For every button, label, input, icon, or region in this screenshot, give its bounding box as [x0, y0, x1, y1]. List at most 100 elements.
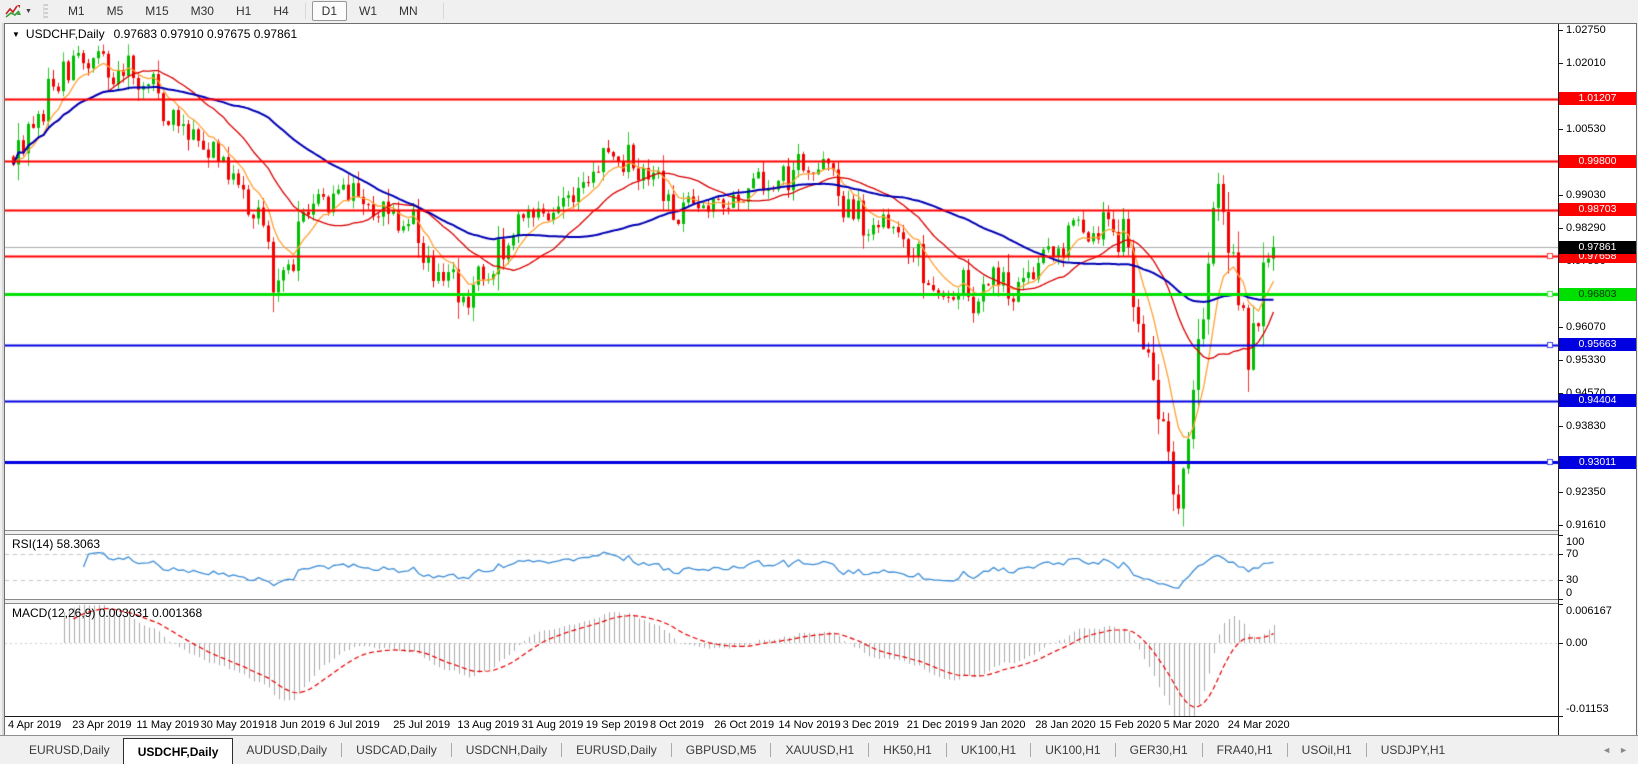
tab-divider — [946, 743, 947, 757]
axis-tick-label: 0 — [1566, 587, 1572, 599]
date-tick-label: 30 May 2019 — [201, 719, 265, 731]
price-level-badge: 0.98703 — [1559, 203, 1636, 216]
timeframe-button-m15[interactable]: M15 — [135, 1, 178, 21]
rsi-label: RSI(14) 58.3063 — [12, 537, 100, 551]
date-tick-label: 9 Jan 2020 — [971, 719, 1025, 731]
axis-tick-label: 0.92350 — [1566, 486, 1606, 498]
toolbar: ▼ M1M5M15M30H1H4 D1W1MN — [0, 0, 1638, 22]
date-tick-label: 21 Dec 2019 — [907, 719, 969, 731]
chart-tab-usdcad-daily[interactable]: USDCAD,Daily — [343, 736, 450, 764]
axis-tick — [1559, 535, 1563, 536]
chart-tab-bar: EURUSD,DailyUSDCHF,DailyAUDUSD,DailyUSDC… — [0, 735, 1638, 764]
chart-tab-uk100-h1[interactable]: UK100,H1 — [1032, 736, 1113, 764]
rsi-canvas[interactable] — [5, 535, 1558, 599]
chart-tab-eurusd-daily[interactable]: EURUSD,Daily — [563, 736, 670, 764]
tab-divider — [561, 743, 562, 757]
axis-tick-label: 1.02750 — [1566, 24, 1606, 36]
chart-tab-usdcnh-daily[interactable]: USDCNH,Daily — [453, 736, 560, 764]
chart-title-dropdown-icon[interactable]: ▼ — [12, 30, 20, 39]
timeframe-button-d1[interactable]: D1 — [312, 1, 347, 21]
tab-divider — [341, 743, 342, 757]
axis-tick-label: 1.02010 — [1566, 57, 1606, 69]
price-chart-canvas[interactable] — [5, 24, 1558, 530]
axis-tick — [1559, 525, 1563, 526]
date-tick-label: 24 Mar 2020 — [1228, 719, 1290, 731]
price-level-badge: 0.96803 — [1559, 288, 1636, 301]
date-tick-label: 28 Jan 2020 — [1035, 719, 1096, 731]
chart-tab-hk50-h1[interactable]: HK50,H1 — [870, 736, 945, 764]
chart-tab-ger30-h1[interactable]: GER30,H1 — [1117, 736, 1201, 764]
price-pane[interactable]: ▼ USDCHF,Daily 0.97683 0.97910 0.97675 0… — [5, 24, 1558, 530]
date-tick-label: 18 Jun 2019 — [265, 719, 326, 731]
tab-divider — [770, 743, 771, 757]
price-level-badge: 1.01207 — [1559, 92, 1636, 105]
date-tick-label: 4 Apr 2019 — [8, 719, 61, 731]
chart-objects-dropdown-icon[interactable]: ▼ — [25, 8, 32, 15]
macd-label: MACD(12,26,9) 0.003031 0.001368 — [12, 606, 202, 620]
timeframe-toolbar: M1M5M15M30H1H4 D1W1MN — [57, 0, 449, 22]
axis-tick — [1559, 604, 1563, 605]
axis-tick-label: 70 — [1566, 548, 1578, 560]
macd-canvas[interactable] — [5, 604, 1558, 716]
macd-pane[interactable]: MACD(12,26,9) 0.003031 0.001368 — [5, 604, 1558, 716]
chart-tab-fra40-h1[interactable]: FRA40,H1 — [1204, 736, 1286, 764]
chart-tab-audusd-daily[interactable]: AUDUSD,Daily — [233, 736, 340, 764]
date-axis[interactable]: 4 Apr 2019 23 Apr 2019 11 May 201930 May 2… — [5, 716, 1558, 735]
axis-tick — [1559, 643, 1563, 644]
rsi-pane[interactable]: RSI(14) 58.3063 — [5, 535, 1558, 599]
tab-divider — [1366, 743, 1367, 757]
chart-tab-eurusd-daily[interactable]: EURUSD,Daily — [16, 736, 123, 764]
tab-divider — [1202, 743, 1203, 757]
chart-tab-usdjpy-h1[interactable]: USDJPY,H1 — [1368, 736, 1458, 764]
date-tick-label: 23 Apr 2019 — [72, 719, 131, 731]
date-tick-label: 6 Jul 2019 — [329, 719, 380, 731]
axis-tick-label: 0.98290 — [1566, 222, 1606, 234]
chart-window: ▼ USDCHF,Daily 0.97683 0.97910 0.97675 0… — [4, 23, 1637, 736]
chart-tab-usoil-h1[interactable]: USOil,H1 — [1289, 736, 1365, 764]
tab-scroll-left-icon[interactable]: ◄ — [1602, 745, 1611, 755]
timeframe-button-h1[interactable]: H1 — [226, 1, 261, 21]
timeframe-button-m1[interactable]: M1 — [58, 1, 95, 21]
price-level-badge: 0.99800 — [1559, 155, 1636, 168]
date-tick-label: 15 Feb 2020 — [1099, 719, 1161, 731]
chart-tab-xauusd-h1[interactable]: XAUUSD,H1 — [772, 736, 867, 764]
axis-tick — [1559, 492, 1563, 493]
axis-tick-label: -0.01153 — [1566, 703, 1609, 715]
timeframe-button-m30[interactable]: M30 — [181, 1, 224, 21]
axis-tick-label: 0.006167 — [1566, 605, 1612, 617]
axis-tick — [1559, 426, 1563, 427]
date-tick-label: 25 Jul 2019 — [393, 719, 450, 731]
price-level-badge: 0.95663 — [1559, 338, 1636, 351]
timeframe-button-m5[interactable]: M5 — [97, 1, 134, 21]
axis-tick — [1559, 63, 1563, 64]
current-price-badge: 0.97861 — [1559, 241, 1636, 254]
axis-tick — [1559, 327, 1563, 328]
axis-tick-label: 0.00 — [1566, 637, 1587, 649]
tab-divider — [1287, 743, 1288, 757]
tab-divider — [868, 743, 869, 757]
axis-tick — [1559, 195, 1563, 196]
date-tick-label: 11 May 2019 — [136, 719, 199, 731]
axis-tick — [1559, 580, 1563, 581]
tab-scroll-right-icon[interactable]: ► — [1619, 745, 1628, 755]
tab-divider — [1115, 743, 1116, 757]
chart-tab-gbpusd-m5[interactable]: GBPUSD,M5 — [673, 736, 770, 764]
price-axis[interactable]: 1.027501.020101.005300.990300.982900.975… — [1558, 24, 1636, 735]
timeframe-button-w1[interactable]: W1 — [349, 1, 387, 21]
chart-tab-uk100-h1[interactable]: UK100,H1 — [948, 736, 1029, 764]
tab-scroll-arrows: ◄ ► — [1602, 736, 1628, 764]
timeframe-button-mn[interactable]: MN — [389, 1, 428, 21]
axis-tick — [1559, 554, 1563, 555]
axis-tick-label: 30 — [1566, 574, 1578, 586]
toolbar-grip[interactable] — [43, 4, 48, 19]
price-level-badge: 0.93011 — [1559, 456, 1636, 469]
date-tick-label: 14 Nov 2019 — [778, 719, 840, 731]
chart-objects-icon[interactable] — [4, 3, 22, 19]
timeframe-button-h4[interactable]: H4 — [263, 1, 298, 21]
axis-tick — [1559, 716, 1563, 717]
axis-tick — [1559, 360, 1563, 361]
chart-tabs: EURUSD,DailyUSDCHF,DailyAUDUSD,DailyUSDC… — [16, 736, 1458, 764]
axis-tick — [1559, 129, 1563, 130]
axis-tick-label: 0.91610 — [1566, 519, 1606, 531]
chart-tab-usdchf-daily[interactable]: USDCHF,Daily — [123, 738, 234, 764]
